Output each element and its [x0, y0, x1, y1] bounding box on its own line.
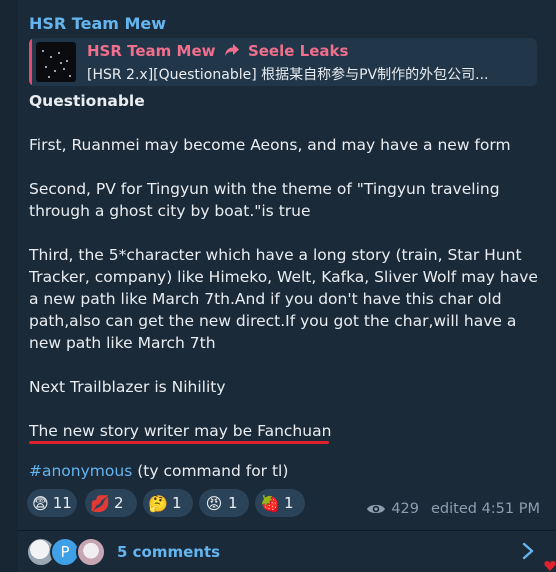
- message-title: Questionable: [29, 92, 145, 110]
- reaction-count: 2: [114, 494, 124, 512]
- paragraph-3: Third, the 5*character which have a long…: [29, 246, 538, 352]
- reaction-strawberry[interactable]: 🍓 1: [255, 489, 305, 517]
- chevron-right-icon: [522, 542, 534, 560]
- views-eye-icon: [367, 504, 386, 514]
- comments-label: 5 comments: [117, 543, 221, 561]
- reaction-count: 1: [284, 494, 294, 512]
- reply-accent-bar: [29, 38, 32, 86]
- thinking-face-icon: 🤔: [148, 493, 168, 513]
- reply-preview[interactable]: HSR Team Mew Seele Leaks [HSR 2.x][Quest…: [29, 38, 537, 86]
- reaction-count: 11: [52, 494, 72, 512]
- paragraph-1: First, Ruanmei may become Aeons, and may…: [29, 136, 511, 154]
- heart-icon: [544, 560, 556, 571]
- reply-via: Seele Leaks: [247, 42, 349, 60]
- sender-name[interactable]: HSR Team Mew: [29, 14, 166, 33]
- hashtag-link[interactable]: #anonymous: [29, 462, 132, 480]
- annotation-underline: [29, 441, 329, 444]
- hashtag-line: #anonymous (ty command for tl): [29, 462, 288, 480]
- reply-text: [HSR 2.x][Questionable] 根据某自称参与PV制作的外包公司…: [87, 67, 489, 83]
- comments-button[interactable]: P 5 comments: [18, 531, 556, 572]
- reply-thumbnail: [36, 42, 76, 82]
- reaction-thinking[interactable]: 🤔 1: [143, 489, 193, 517]
- paragraph-2: Second, PV for Tingyun with the theme of…: [29, 180, 500, 220]
- reaction-angry[interactable]: 😡 1: [199, 489, 249, 517]
- message-body: Questionable First, Ruanmei may become A…: [29, 90, 543, 442]
- reaction-count: 1: [228, 494, 238, 512]
- forward-arrow-icon: [224, 43, 240, 61]
- strawberry-icon: 🍓: [260, 493, 280, 513]
- reply-from: HSR Team Mew: [87, 42, 216, 60]
- hashtag-note: (ty command for tl): [137, 462, 289, 480]
- reaction-count: 1: [172, 494, 182, 512]
- fearful-face-icon: 😨: [32, 493, 49, 513]
- angry-face-icon: 😡: [205, 493, 223, 513]
- reaction-kiss[interactable]: 💋 2: [85, 489, 137, 517]
- avatar: [76, 537, 106, 567]
- edited-timestamp: edited 4:51 PM: [431, 501, 540, 517]
- reaction-fearful[interactable]: 😨 11: [27, 489, 77, 517]
- paragraph-4: Next Trailblazer is Nihility: [29, 378, 226, 396]
- reply-title: HSR Team Mew Seele Leaks: [87, 42, 348, 61]
- view-count: 429: [391, 501, 419, 517]
- paragraph-5: The new story writer may be Fanchuan: [29, 422, 332, 440]
- kiss-mark-icon: 💋: [90, 493, 110, 513]
- message-meta: 429 edited 4:51 PM: [366, 501, 540, 517]
